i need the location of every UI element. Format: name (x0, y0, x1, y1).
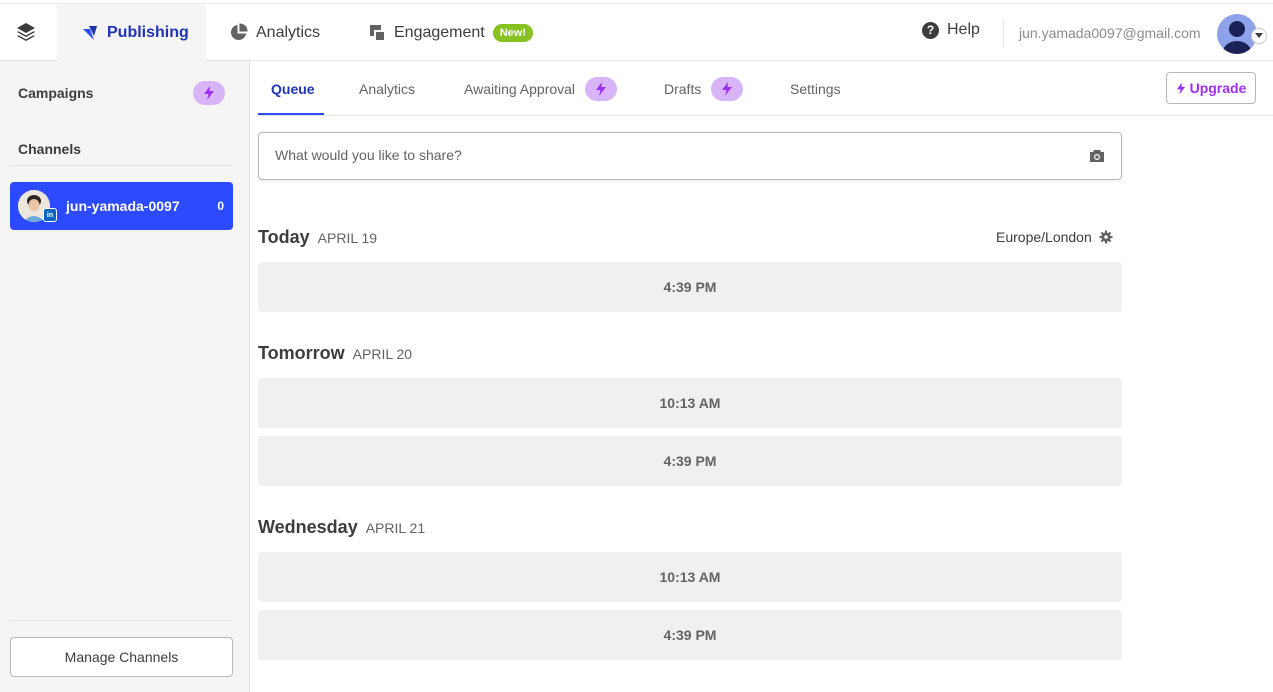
tab-drafts-label: Drafts (664, 80, 702, 97)
upgrade-label: Upgrade (1189, 80, 1247, 96)
tab-analytics[interactable]: Analytics (359, 61, 415, 116)
manage-channels-button[interactable]: Manage Channels (10, 637, 233, 677)
queue-time-slot[interactable]: 10:13 AM (258, 552, 1122, 602)
nav-analytics[interactable]: Analytics (229, 4, 320, 61)
publishing-tabs: Queue Analytics Awaiting Approval Drafts… (258, 61, 1273, 116)
channel-post-count: 0 (217, 199, 224, 213)
nav-analytics-label: Analytics (256, 23, 321, 41)
help-icon: ? (922, 21, 939, 39)
tab-awaiting-approval[interactable]: Awaiting Approval (464, 61, 618, 116)
post-composer[interactable] (258, 132, 1122, 180)
nav-publishing-label: Publishing (107, 23, 189, 41)
day-name: Wednesday (258, 517, 358, 537)
bolt-icon (585, 76, 618, 101)
day-date: APRIL 20 (352, 346, 413, 362)
top-navigation-bar: Publishing Analytics Engagement New! ? H… (0, 3, 1273, 61)
sidebar: Campaigns Channels in jun-yamada-0097 0 … (0, 61, 250, 692)
tab-analytics-label: Analytics (359, 80, 416, 97)
tab-settings[interactable]: Settings (790, 61, 841, 116)
day-name: Today (258, 227, 310, 247)
layers-icon[interactable] (14, 20, 38, 44)
queue-time-slot[interactable]: 10:13 AM (258, 378, 1122, 428)
engagement-icon (368, 24, 386, 42)
nav-publishing[interactable]: Publishing (57, 4, 206, 61)
tab-queue-label: Queue (271, 80, 315, 97)
sidebar-campaigns-label[interactable]: Campaigns (18, 85, 93, 101)
active-tab-indicator (258, 113, 324, 115)
nav-engagement-label: Engagement (394, 23, 485, 41)
queue-time-slot[interactable]: 4:39 PM (258, 436, 1122, 486)
camera-icon[interactable] (1089, 149, 1105, 168)
publishing-logo-icon (81, 24, 99, 42)
account-email: jun.yamada0097@gmail.com (1019, 25, 1201, 41)
divider (10, 165, 233, 166)
day-date: APRIL 21 (365, 520, 426, 536)
linkedin-icon: in (43, 208, 57, 222)
queue-time-slot[interactable]: 4:39 PM (258, 610, 1122, 660)
gear-icon (1099, 230, 1113, 244)
bolt-icon (1176, 82, 1185, 94)
new-badge: New! (492, 23, 534, 42)
help-button[interactable]: ? Help (922, 21, 980, 39)
divider (1003, 20, 1004, 48)
sidebar-channels-label: Channels (18, 141, 82, 157)
tab-drafts[interactable]: Drafts (664, 61, 744, 116)
composer-input[interactable] (275, 147, 1055, 163)
bolt-icon[interactable] (193, 81, 225, 105)
day-date: APRIL 19 (317, 230, 378, 246)
pie-chart-icon (229, 23, 248, 42)
channel-item-selected[interactable]: in jun-yamada-0097 0 (10, 182, 233, 230)
day-header: Wednesday APRIL 21 (258, 517, 425, 538)
help-label: Help (947, 21, 980, 38)
upgrade-button[interactable]: Upgrade (1166, 72, 1256, 104)
queue-time-slot[interactable]: 4:39 PM (258, 262, 1122, 312)
bolt-icon (711, 76, 744, 101)
tab-awaiting-approval-label: Awaiting Approval (464, 80, 576, 97)
tab-queue[interactable]: Queue (271, 61, 315, 116)
channel-name: jun-yamada-0097 (66, 198, 180, 214)
caret-down-icon[interactable] (1251, 28, 1267, 44)
timezone-label: Europe/London (996, 229, 1092, 245)
day-header: Today APRIL 19 (258, 227, 377, 248)
day-header: Tomorrow APRIL 20 (258, 343, 412, 364)
divider (10, 620, 233, 621)
tab-settings-label: Settings (790, 80, 841, 97)
nav-engagement[interactable]: Engagement New! (368, 4, 534, 61)
day-name: Tomorrow (258, 343, 345, 363)
timezone-setting[interactable]: Europe/London (996, 229, 1113, 245)
